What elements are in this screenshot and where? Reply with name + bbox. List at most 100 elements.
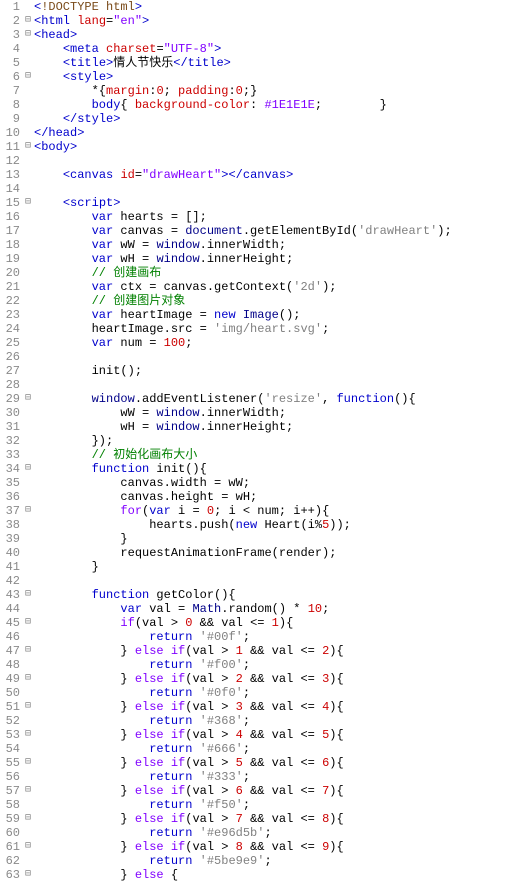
fold-marker[interactable]: ⊟ (22, 70, 34, 84)
code-line[interactable]: function init(){ (34, 462, 508, 476)
code-line[interactable]: var num = 100; (34, 336, 508, 350)
line-number: 25 (0, 336, 20, 350)
line-number: 3 (0, 28, 20, 42)
fold-marker[interactable]: ⊟ (22, 812, 34, 826)
code-line[interactable]: init(); (34, 364, 508, 378)
fold-marker (22, 224, 34, 238)
code-line[interactable]: <canvas id="drawHeart"></canvas> (34, 168, 508, 182)
fold-marker[interactable]: ⊟ (22, 392, 34, 406)
code-line[interactable]: <body> (34, 140, 508, 154)
code-line[interactable]: requestAnimationFrame(render); (34, 546, 508, 560)
code-line[interactable] (34, 350, 508, 364)
code-line[interactable]: body{ background-color: #1E1E1E; } (34, 98, 508, 112)
fold-marker[interactable]: ⊟ (22, 588, 34, 602)
code-line[interactable]: </style> (34, 112, 508, 126)
code-line[interactable]: var heartImage = new Image(); (34, 308, 508, 322)
code-line[interactable]: canvas.height = wH; (34, 490, 508, 504)
line-number: 45 (0, 616, 20, 630)
fold-marker[interactable]: ⊟ (22, 196, 34, 210)
code-line[interactable]: </head> (34, 126, 508, 140)
code-line[interactable]: return '#666'; (34, 742, 508, 756)
fold-marker[interactable]: ⊟ (22, 14, 34, 28)
line-number: 27 (0, 364, 20, 378)
code-line[interactable]: return '#368'; (34, 714, 508, 728)
code-line[interactable]: <head> (34, 28, 508, 42)
code-line[interactable]: } else if(val > 2 && val <= 3){ (34, 672, 508, 686)
code-line[interactable]: <title>情人节快乐</title> (34, 56, 508, 70)
code-line[interactable]: return '#333'; (34, 770, 508, 784)
fold-marker[interactable]: ⊟ (22, 672, 34, 686)
code-line[interactable]: <html lang="en"> (34, 14, 508, 28)
code-line[interactable]: return '#5be9e9'; (34, 854, 508, 868)
code-line[interactable]: return '#f00'; (34, 658, 508, 672)
code-line[interactable]: // 创建画布 (34, 266, 508, 280)
code-line[interactable]: var wW = window.innerWidth; (34, 238, 508, 252)
fold-marker[interactable]: ⊟ (22, 700, 34, 714)
code-line[interactable]: var wH = window.innerHeight; (34, 252, 508, 266)
code-line[interactable]: }); (34, 434, 508, 448)
code-line[interactable] (34, 378, 508, 392)
code-line[interactable] (34, 182, 508, 196)
line-number: 46 (0, 630, 20, 644)
line-number: 41 (0, 560, 20, 574)
fold-marker[interactable]: ⊟ (22, 784, 34, 798)
code-line[interactable]: } else if(val > 6 && val <= 7){ (34, 784, 508, 798)
code-line[interactable]: } else if(val > 4 && val <= 5){ (34, 728, 508, 742)
line-number: 53 (0, 728, 20, 742)
code-line[interactable]: <script> (34, 196, 508, 210)
line-number: 1 (0, 0, 20, 14)
code-line[interactable]: // 初始化画布大小 (34, 448, 508, 462)
code-line[interactable]: } (34, 560, 508, 574)
fold-marker (22, 406, 34, 420)
code-line[interactable]: return '#0f0'; (34, 686, 508, 700)
code-line[interactable]: } else if(val > 3 && val <= 4){ (34, 700, 508, 714)
fold-marker[interactable]: ⊟ (22, 504, 34, 518)
code-line[interactable]: <!DOCTYPE html> (34, 0, 508, 14)
line-number: 18 (0, 238, 20, 252)
code-line[interactable]: var hearts = []; (34, 210, 508, 224)
code-line[interactable]: if(val > 0 && val <= 1){ (34, 616, 508, 630)
code-line[interactable]: return '#00f'; (34, 630, 508, 644)
code-line[interactable]: } else if(val > 8 && val <= 9){ (34, 840, 508, 854)
code-line[interactable]: wH = window.innerHeight; (34, 420, 508, 434)
fold-marker (22, 602, 34, 616)
code-line[interactable]: // 创建图片对象 (34, 294, 508, 308)
code-line[interactable]: } else if(val > 1 && val <= 2){ (34, 644, 508, 658)
fold-marker[interactable]: ⊟ (22, 616, 34, 630)
line-number: 7 (0, 84, 20, 98)
code-line[interactable]: } else if(val > 7 && val <= 8){ (34, 812, 508, 826)
code-line[interactable]: var val = Math.random() * 10; (34, 602, 508, 616)
code-line[interactable]: window.addEventListener('resize', functi… (34, 392, 508, 406)
code-line[interactable]: <style> (34, 70, 508, 84)
line-number: 33 (0, 448, 20, 462)
code-line[interactable]: <meta charset="UTF-8"> (34, 42, 508, 56)
fold-marker[interactable]: ⊟ (22, 756, 34, 770)
code-line[interactable]: } else if(val > 5 && val <= 6){ (34, 756, 508, 770)
code-line[interactable]: } else { (34, 868, 508, 882)
code-line[interactable]: } (34, 532, 508, 546)
code-line[interactable]: var ctx = canvas.getContext('2d'); (34, 280, 508, 294)
code-line[interactable] (34, 574, 508, 588)
code-line[interactable]: var canvas = document.getElementById('dr… (34, 224, 508, 238)
code-line[interactable]: hearts.push(new Heart(i%5)); (34, 518, 508, 532)
fold-marker[interactable]: ⊟ (22, 840, 34, 854)
code-line[interactable]: return '#f50'; (34, 798, 508, 812)
code-line[interactable]: for(var i = 0; i < num; i++){ (34, 504, 508, 518)
fold-marker[interactable]: ⊟ (22, 462, 34, 476)
code-line[interactable]: *{margin:0; padding:0;} (34, 84, 508, 98)
code-line[interactable]: wW = window.innerWidth; (34, 406, 508, 420)
code-line[interactable]: function getColor(){ (34, 588, 508, 602)
code-line[interactable]: canvas.width = wW; (34, 476, 508, 490)
fold-marker[interactable]: ⊟ (22, 140, 34, 154)
fold-marker[interactable]: ⊟ (22, 868, 34, 882)
fold-marker[interactable]: ⊟ (22, 644, 34, 658)
code-line[interactable]: heartImage.src = 'img/heart.svg'; (34, 322, 508, 336)
fold-marker (22, 826, 34, 840)
fold-marker[interactable]: ⊟ (22, 728, 34, 742)
fold-marker[interactable]: ⊟ (22, 28, 34, 42)
code-line[interactable] (34, 154, 508, 168)
line-number: 57 (0, 784, 20, 798)
code-area[interactable]: <!DOCTYPE html><html lang="en"><head> <m… (34, 0, 508, 882)
line-number: 52 (0, 714, 20, 728)
code-line[interactable]: return '#e96d5b'; (34, 826, 508, 840)
